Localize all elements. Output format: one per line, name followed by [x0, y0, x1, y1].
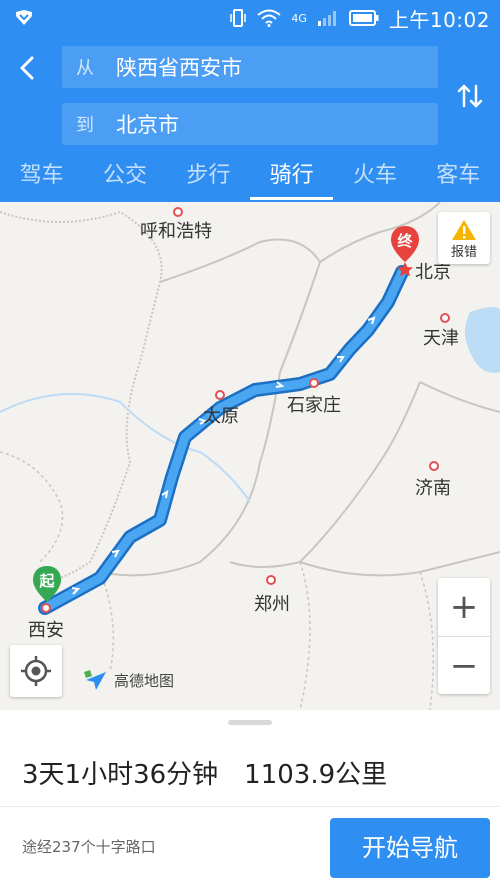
locate-button[interactable] — [10, 645, 62, 697]
warning-icon — [452, 220, 476, 240]
city-label-taiyuan: 太原 — [203, 406, 239, 427]
clock: 上午10:02 — [388, 7, 490, 32]
zoom-controls: + − — [438, 578, 490, 694]
city-dot-shijiazhuang — [309, 378, 319, 388]
tab-coach[interactable]: 客车 — [417, 150, 500, 202]
city-dot-jinan — [429, 461, 439, 471]
tab-train[interactable]: 火车 — [333, 150, 416, 202]
signal-icon — [317, 11, 336, 26]
route-summary-panel: 3天1小时36分钟 1103.9公里 途经237个十字路口 开始导航 — [0, 710, 500, 889]
city-dot-hohhot — [173, 207, 183, 217]
origin-field[interactable]: 从 陕西省西安市 — [62, 46, 438, 88]
origin-value: 陕西省西安市 — [116, 56, 242, 80]
vibrate-icon — [230, 9, 247, 27]
map-logo: 高德地图 — [82, 668, 174, 692]
city-label-tianjin: 天津 — [423, 328, 459, 349]
city-label-shijiazhuang: 石家庄 — [287, 395, 341, 416]
destination-prefix: 到 — [76, 115, 94, 136]
route-duration: 3天1小时36分钟 — [22, 760, 219, 790]
transport-mode-tabs: 驾车 公交 步行 骑行 火车 客车 — [0, 150, 500, 202]
city-dot-tianjin — [440, 313, 450, 323]
wifi-icon — [257, 9, 281, 27]
route-summary: 3天1小时36分钟 1103.9公里 — [22, 754, 387, 791]
destination-value: 北京市 — [116, 113, 179, 137]
origin-prefix: 从 — [76, 58, 94, 79]
start-marker-label: 起 — [39, 572, 55, 590]
back-icon[interactable] — [10, 50, 46, 86]
zoom-out-button[interactable]: − — [438, 636, 490, 694]
city-label-hohhot: 呼和浩特 — [140, 221, 212, 242]
city-dot-taiyuan — [215, 390, 225, 400]
end-marker-label: 终 — [397, 232, 413, 250]
drag-handle[interactable] — [228, 720, 272, 725]
start-navigation-button[interactable]: 开始导航 — [330, 818, 490, 878]
report-error-button[interactable]: 报错 — [438, 212, 490, 264]
tab-drive[interactable]: 驾车 — [0, 150, 83, 202]
city-dot-xian — [41, 603, 51, 613]
route-line — [38, 265, 409, 615]
city-label-jinan: 济南 — [415, 478, 451, 499]
divider — [0, 806, 500, 807]
city-dot-zhengzhou — [266, 575, 276, 585]
city-label-xian: 西安 — [28, 620, 64, 641]
status-bar: 4G 上午10:02 — [0, 0, 500, 36]
report-error-label: 报错 — [450, 245, 477, 260]
tab-bus[interactable]: 公交 — [83, 150, 166, 202]
end-marker: 终 — [389, 224, 421, 276]
start-marker: 起 — [31, 564, 63, 604]
network-type: 4G — [291, 11, 307, 25]
route-header: 从 陕西省西安市 到 北京市 — [0, 36, 500, 150]
amap-logo-icon — [84, 670, 106, 690]
zoom-in-button[interactable]: + — [438, 578, 490, 636]
swap-icon[interactable] — [454, 80, 486, 112]
map-logo-text: 高德地图 — [114, 671, 175, 690]
tab-walk[interactable]: 步行 — [167, 150, 250, 202]
route-via-info: 途经237个十字路口 — [22, 838, 156, 856]
tab-ride[interactable]: 骑行 — [249, 150, 334, 202]
app-notification-icon — [16, 10, 32, 25]
battery-icon — [348, 10, 379, 26]
locate-icon — [21, 656, 51, 686]
destination-field[interactable]: 到 北京市 — [62, 103, 438, 145]
route-map[interactable]: 呼和浩特 北京 天津 太原 石家庄 济南 郑州 西安 起 终 报错 + − 高德… — [0, 202, 500, 710]
city-label-zhengzhou: 郑州 — [254, 594, 290, 615]
route-distance: 1103.9公里 — [244, 760, 388, 790]
